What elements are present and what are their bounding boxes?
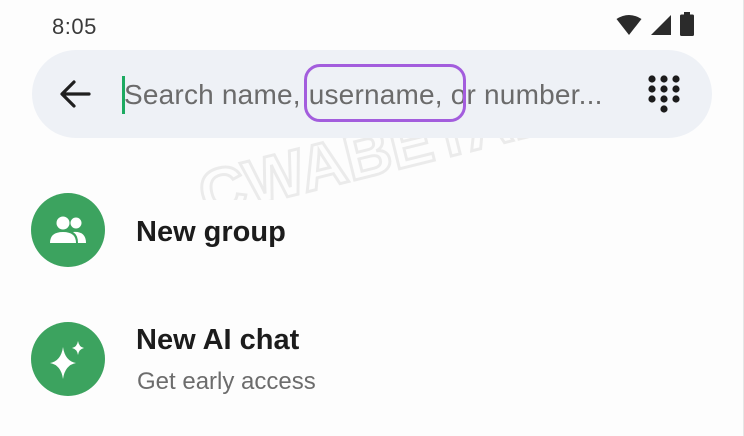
search-bar — [32, 50, 712, 138]
new-chat-screen: CWABETAINFO 8:05 — [0, 0, 744, 436]
status-bar: 8:05 — [0, 0, 743, 46]
status-time: 8:05 — [52, 14, 97, 39]
new-group-label: New group — [136, 216, 286, 248]
ai-sparkle-icon — [50, 341, 84, 379]
list-item-new-group[interactable]: New group — [0, 190, 743, 270]
wifi-icon — [616, 15, 642, 35]
back-arrow-icon[interactable] — [58, 77, 92, 111]
cell-signal-icon — [651, 15, 671, 35]
new-ai-chat-avatar — [31, 322, 105, 396]
list-item-new-ai-chat[interactable]: New AI chat Get early access — [0, 318, 743, 402]
status-icons — [616, 12, 694, 36]
group-icon — [50, 216, 86, 243]
search-input[interactable] — [124, 72, 644, 118]
new-group-avatar — [31, 193, 105, 267]
new-ai-chat-label: New AI chat — [136, 324, 300, 356]
dialpad-icon[interactable] — [646, 74, 682, 114]
battery-icon — [680, 12, 694, 36]
new-ai-chat-subtitle: Get early access — [137, 368, 316, 395]
